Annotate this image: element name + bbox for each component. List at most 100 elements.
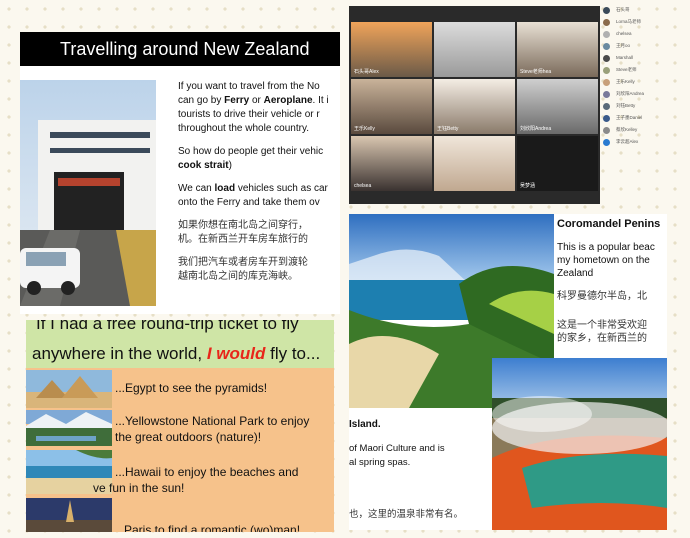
participant-list: 石头哥 Lorna马老师 chelsea 王月oo Marshall Steve… (603, 6, 683, 156)
text: ...Yellowstone National Park to enjoy (115, 414, 310, 428)
video-tile[interactable]: 王钰Betty (434, 79, 515, 134)
text: 机。在新西兰开车房车旅行的 (178, 234, 308, 245)
island-label: Island. (349, 419, 381, 430)
participant-name: 石头哥 (616, 7, 630, 12)
participant-name: Marshall (616, 55, 634, 60)
slide1-para1: If you want to travel from the No can go… (178, 80, 340, 136)
load-bold: load (214, 183, 236, 194)
yellowstone-photo (26, 410, 112, 446)
text: ve fun in the sun! (93, 481, 185, 495)
participant-name: Lorna马老师 (616, 19, 642, 24)
slide1-cn2: 我们把汽车或者房车开到渡轮 越南北岛之间的库克海峡。 (178, 256, 340, 284)
cook-strait-bold: cook strait (178, 160, 229, 171)
participant-item[interactable]: Lorna马老师 (603, 18, 683, 28)
text: Zealand (557, 268, 594, 279)
video-tile[interactable]: 石头哥Alex (351, 22, 432, 77)
text: . It i (312, 95, 329, 106)
text: tourists to drive their vehicle or r (178, 109, 320, 120)
text: 我们把汽车或者房车开到渡轮 (178, 257, 308, 268)
tile-name: Steve老师hea (520, 69, 552, 75)
slide2-header: If I had a free round-trip ticket to fly… (26, 320, 334, 368)
participant-item[interactable]: 石头哥 (603, 6, 683, 16)
slide-title: Travelling around New Zealand (60, 39, 310, 59)
text: 这是一个非常受欢迎 (557, 320, 647, 331)
participant-name: 刘欣阳Andrea (616, 91, 645, 96)
video-tile[interactable]: 王乐Kelly (351, 79, 432, 134)
tile-name: chelsea (354, 183, 372, 189)
participant-item[interactable]: 王子墨Daniel (603, 114, 683, 124)
slide1-para3: We can load vehicles such as car onto th… (178, 182, 340, 210)
participant-item[interactable]: Steve老师 (603, 66, 683, 76)
participant-item[interactable]: 刘钰Betty (603, 102, 683, 112)
list-item-hawaii: ...Hawaii to enjoy the beaches and ve fu… (93, 464, 299, 496)
slide3-cn1: 科罗曼德尔半岛，北 (557, 291, 647, 302)
participant-item[interactable]: 王月oo (603, 42, 683, 52)
text: can go by (178, 95, 225, 106)
video-tile[interactable]: 吴梦涵 (517, 136, 598, 191)
i-would-emphasis: I would (206, 344, 266, 363)
tile-name: 石头哥Alex (354, 69, 379, 75)
slide1-body: If you want to travel from the No can go… (178, 80, 340, 293)
slide-title-bar: Travelling around New Zealand (20, 32, 340, 66)
list-item-yellowstone: ...Yellowstone National Park to enjoy th… (115, 413, 309, 445)
slide2-line1: If I had a free round-trip ticket to fly (36, 320, 299, 333)
participant-item[interactable]: 蔡欣Kelley (603, 126, 683, 136)
text: 越南北岛之间的库克海峡。 (178, 271, 298, 282)
tile-name: 吴梦涵 (520, 183, 536, 189)
participant-name: 王乐Kelly (616, 79, 635, 84)
slide3-heading: Coromandel Penins (557, 218, 661, 230)
slide3-body: Coromandel Penins This is a popular beac… (557, 218, 667, 355)
tile-name: 王钰Betty (437, 126, 459, 132)
text: 如果你想在南北岛之间穿行， (178, 220, 308, 231)
text: 的家乡，在新西兰的 (557, 333, 647, 344)
slide2-line2: anywhere in the world, I would fly to... (32, 344, 320, 364)
video-tile[interactable] (434, 136, 515, 191)
text: vehicles such as car (235, 183, 328, 194)
slide-coromandel: Coromandel Penins This is a popular beac… (349, 214, 667, 530)
tile-name: 王乐Kelly (354, 126, 375, 132)
text: the great outdoors (nature)! (115, 430, 262, 444)
participant-item[interactable]: 李云超Alex (603, 138, 683, 148)
participant-item[interactable]: Marshall (603, 54, 683, 64)
slide3-cn2: 这是一个非常受欢迎 的家乡，在新西兰的 (557, 319, 667, 345)
paris-photo (26, 498, 112, 532)
video-call-grid: 石头哥Alex Steve老师hea 王乐Kelly 王钰Betty 刘欣阳An… (349, 6, 600, 204)
participant-item[interactable]: chelsea (603, 30, 683, 40)
spas-text: al spring spas. (349, 457, 411, 468)
text: fly to... (265, 344, 321, 363)
slide-travelling-nz: Travelling around New Zealand If you wan… (20, 32, 340, 314)
participant-item[interactable]: 刘欣阳Andrea (603, 90, 683, 100)
participant-name: 蔡欣Kelley (616, 127, 638, 132)
slide3-para: This is a popular beac my hometown on th… (557, 241, 667, 280)
ferry-photo (20, 80, 156, 306)
maori-text: of Maori Culture and is (349, 443, 445, 454)
text: my hometown on the (557, 255, 650, 266)
participant-name: 刘钰Betty (616, 103, 636, 108)
participant-item[interactable]: 王乐Kelly (603, 78, 683, 88)
bottom-cn: 也，这里的温泉非常有名。 (349, 509, 464, 520)
ferry-bold: Ferry (224, 95, 250, 106)
video-tile[interactable]: Steve老师hea (517, 22, 598, 77)
participant-name: 王子墨Daniel (616, 115, 643, 120)
hot-spring-photo (492, 358, 667, 530)
text: onto the Ferry and take them ov (178, 197, 320, 208)
tile-name: 刘欣阳Andrea (520, 126, 552, 132)
text: ) (228, 160, 232, 171)
text: ...Hawaii to enjoy the beaches and (115, 465, 299, 479)
pyramids-photo (26, 370, 112, 408)
participant-name: Steve老师 (616, 67, 637, 72)
text: We can (178, 183, 215, 194)
aeroplane-bold: Aeroplane (263, 95, 313, 106)
text: If you want to travel from the No (178, 81, 320, 92)
slide-round-trip: If I had a free round-trip ticket to fly… (26, 320, 334, 532)
text: So how do people get their vehic (178, 146, 324, 157)
list-item-egypt: ...Egypt to see the pyramids! (115, 381, 268, 395)
video-tile[interactable] (434, 22, 515, 77)
participant-name: 王月oo (616, 43, 631, 48)
list-item-paris: Paris to find a romantic (wo)man! (124, 523, 301, 532)
text: This is a popular beac (557, 242, 655, 253)
text: anywhere in the world, (32, 344, 207, 363)
video-tile[interactable]: 刘欣阳Andrea (517, 79, 598, 134)
video-tile[interactable]: chelsea (351, 136, 432, 191)
participant-name: 李云超Alex (616, 139, 639, 144)
